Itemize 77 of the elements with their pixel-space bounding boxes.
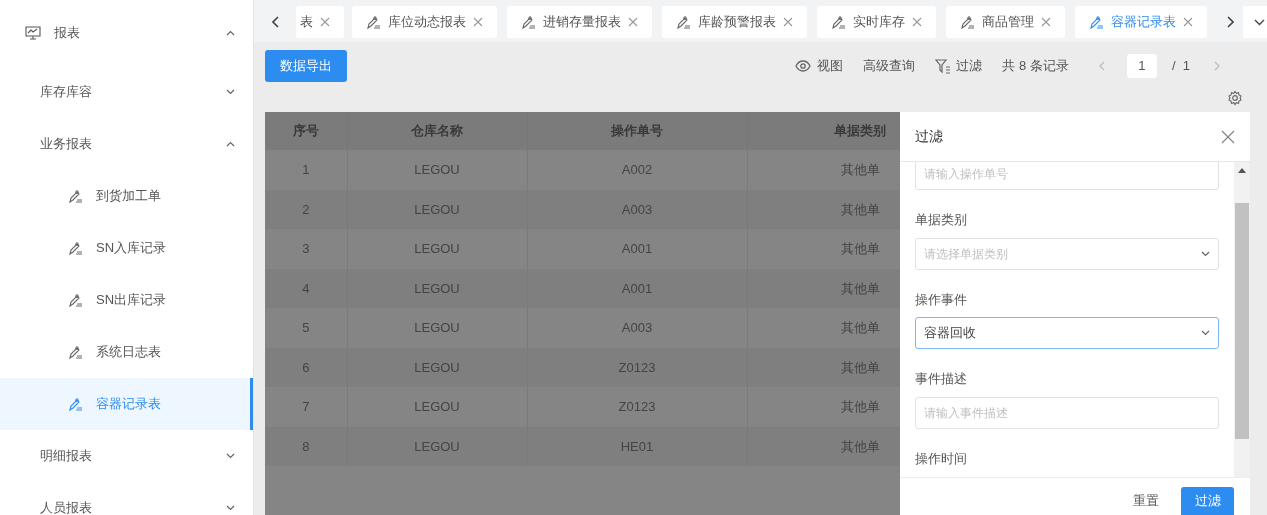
table-cell: HE01 — [527, 426, 747, 466]
table-cell: 8 — [265, 426, 347, 466]
scrollbar[interactable] — [1234, 162, 1250, 477]
settings-icon[interactable] — [1227, 90, 1243, 106]
next-page-icon[interactable] — [1214, 61, 1220, 71]
field-label: 操作事件 — [915, 290, 968, 309]
page-input[interactable]: 1 — [1126, 54, 1157, 78]
close-icon[interactable] — [1041, 17, 1051, 27]
monitor-icon — [25, 26, 41, 40]
pen-icon — [68, 188, 83, 204]
close-icon[interactable] — [628, 17, 638, 27]
caret-icon — [226, 141, 235, 147]
table-cell: LEGOU — [347, 229, 527, 269]
tab[interactable]: 库龄预警报表 — [662, 6, 807, 38]
record-count: 共 8 条记录 — [1002, 57, 1069, 76]
eye-icon — [795, 60, 812, 72]
menu-item[interactable]: SN入库记录 — [0, 222, 253, 274]
next-tab-icon[interactable] — [1226, 16, 1234, 28]
previous-tab-icon[interactable] — [271, 16, 279, 28]
reset-button[interactable]: 重置 — [1133, 487, 1159, 515]
table-cell: 1 — [265, 150, 347, 190]
submenu-item[interactable]: 业务报表 — [0, 118, 253, 170]
table-cell: 7 — [265, 387, 347, 427]
close-icon[interactable] — [912, 17, 922, 27]
caret-icon — [226, 89, 235, 95]
pen-icon — [68, 344, 83, 360]
tab[interactable]: 库位动态报表 — [352, 6, 497, 38]
caret-icon — [226, 453, 235, 459]
filter-icon — [935, 58, 952, 74]
table-cell: LEGOU — [347, 387, 527, 427]
pen-icon — [68, 292, 83, 308]
submenu-item[interactable]: 明细报表 — [0, 430, 253, 482]
table-cell: LEGOU — [347, 426, 527, 466]
caret-icon — [226, 505, 235, 511]
caret-icon — [226, 30, 235, 36]
table-cell: A003 — [527, 308, 747, 348]
table-cell: LEGOU — [347, 150, 527, 190]
table-cell: A001 — [527, 229, 747, 269]
submenu-item[interactable]: 库存库容 — [0, 66, 253, 118]
table-cell: LEGOU — [347, 308, 527, 348]
chevron-icon — [1201, 250, 1210, 257]
tab[interactable]: 实时库存 — [817, 6, 936, 38]
scrollbar-thumb[interactable] — [1235, 203, 1249, 439]
tab[interactable]: 进销存量报表 — [507, 6, 652, 38]
field-label: 事件描述 — [915, 370, 968, 388]
chevron-icon — [1201, 330, 1210, 336]
field-label: 操作时间 — [915, 449, 968, 468]
tab[interactable]: 表 — [296, 6, 344, 38]
drawer-title: 过滤 — [915, 127, 943, 146]
tab[interactable]: 容器记录表 — [1075, 6, 1207, 38]
field-label: 单据类别 — [915, 211, 968, 229]
menu-item[interactable]: 报表 — [0, 0, 253, 66]
advanced-query-link[interactable]: 高级查询 — [863, 56, 916, 76]
close-icon[interactable] — [1221, 129, 1235, 144]
tab-menu-button[interactable] — [1243, 6, 1267, 38]
pen-icon — [68, 396, 83, 412]
submenu-item[interactable]: 人员报表 — [0, 482, 253, 515]
previous-page-icon[interactable] — [1098, 61, 1105, 71]
table-cell: Z0123 — [527, 387, 747, 427]
table-cell: 3 — [265, 229, 347, 269]
scroll-up-icon[interactable] — [1238, 168, 1246, 173]
close-icon[interactable] — [783, 17, 793, 27]
close-icon[interactable] — [1183, 17, 1193, 27]
chevron-icon — [1253, 18, 1265, 26]
view-link[interactable]: 视图 — [817, 56, 844, 76]
close-icon[interactable] — [473, 17, 483, 27]
select-field[interactable]: 容器回收 — [915, 317, 1219, 349]
tab[interactable]: 商品管理 — [946, 6, 1065, 38]
page-total: / 1 — [1171, 57, 1190, 76]
filter-link[interactable]: 过滤 — [956, 56, 983, 76]
menu-item[interactable]: 到货加工单 — [0, 170, 253, 222]
menu-item[interactable]: 系统日志表 — [0, 326, 253, 378]
table-cell: 5 — [265, 308, 347, 348]
pen-icon — [68, 240, 83, 256]
menu-item[interactable]: SN出库记录 — [0, 274, 253, 326]
table-cell: A002 — [527, 150, 747, 190]
close-icon[interactable] — [320, 17, 330, 27]
